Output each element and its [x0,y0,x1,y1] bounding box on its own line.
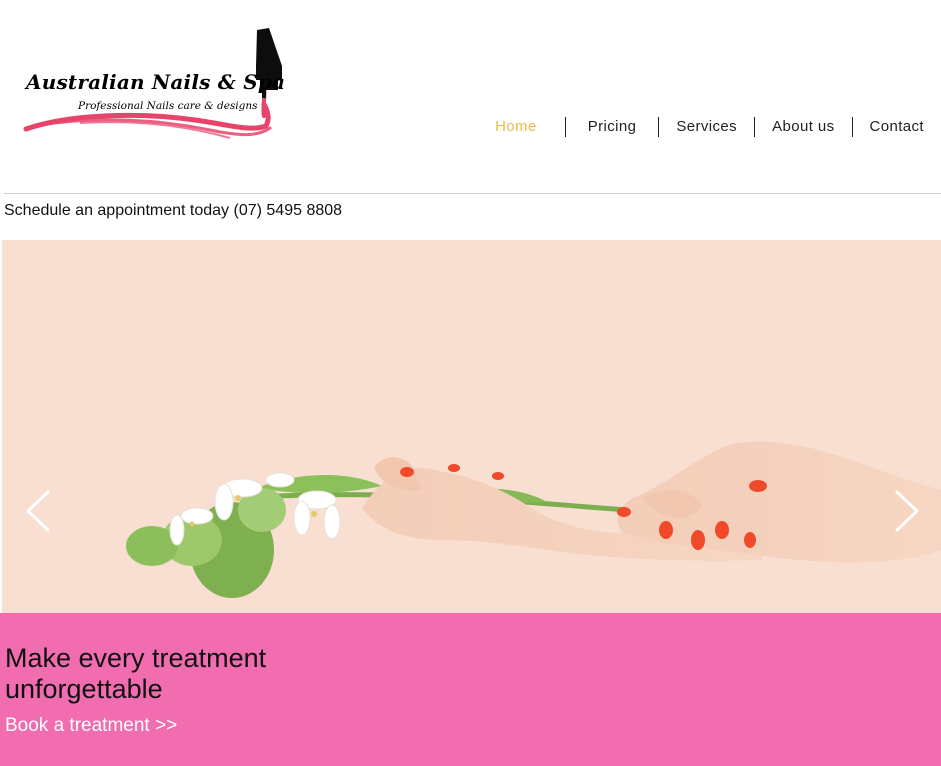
brand-name: Australian Nails & Spa [26,70,286,94]
chevron-right-icon [895,490,919,532]
nav-pricing[interactable]: Pricing [566,117,659,137]
brand-logo[interactable]: Australian Nails & Spa Professional Nail… [20,24,290,154]
header-divider [4,193,941,194]
hero-image [126,441,941,598]
banner-headline: Make every treatment unforgettable [5,643,267,704]
nav-contact[interactable]: Contact [853,117,941,137]
chevron-left-icon [26,490,50,532]
site-header: Australian Nails & Spa Professional Nail… [0,0,941,193]
hero-slider[interactable] [2,240,941,613]
nav-about-us[interactable]: About us [755,117,851,137]
nav-home[interactable]: Home [467,117,565,137]
book-treatment-link[interactable]: Book a treatment >> [5,715,177,737]
main-nav: Home Pricing Services About us Contact [467,117,941,137]
nav-services[interactable]: Services [659,117,754,137]
slider-next-button[interactable] [891,490,921,532]
brand-tagline: Professional Nails care & designs [78,100,258,112]
appointment-text: Schedule an appointment today (07) 5495 … [4,202,343,219]
slider-prev-button[interactable] [24,490,54,532]
promo-banner: Make every treatment unforgettable Book … [0,613,941,766]
